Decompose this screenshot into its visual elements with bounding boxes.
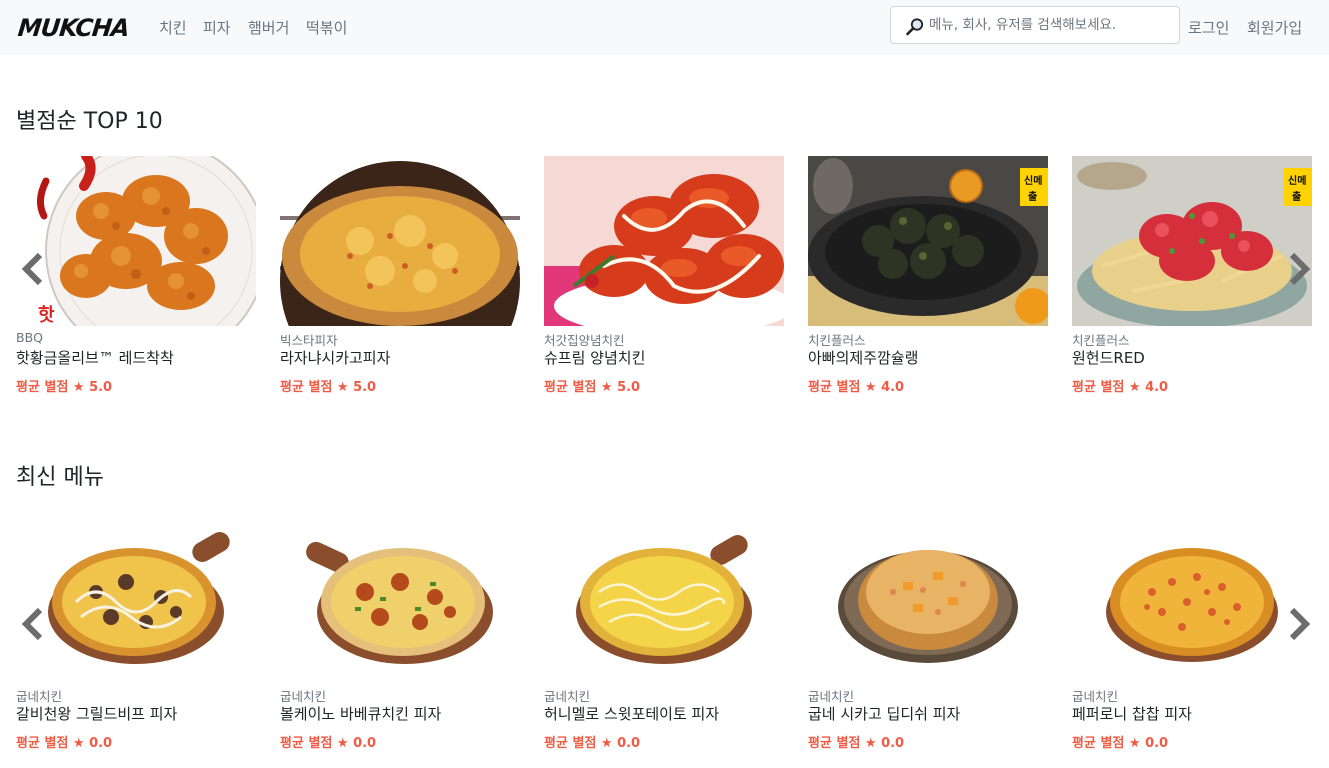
menu-rating: 평균 별점 ★ 5.0 — [280, 380, 377, 395]
menu-name[interactable]: 굽네 시카고 딥디쉬 피자 — [808, 703, 960, 724]
carousel-next-button[interactable] — [1284, 249, 1314, 289]
menu-image-volcano-pizza[interactable] — [280, 512, 520, 682]
nav-link-pizza[interactable]: 피자 — [203, 17, 231, 38]
menu-name[interactable]: 원헌드RED — [1072, 347, 1145, 368]
svg-text:신메: 신메 — [1288, 174, 1306, 187]
menu-brand: BBQ — [16, 330, 43, 345]
nav-link-burger[interactable]: 햄버거 — [248, 17, 289, 38]
menu-rating: 평균 별점 ★ 4.0 — [1072, 380, 1169, 395]
menu-image-black-chicken[interactable]: 신메 출 — [808, 156, 1048, 326]
menu-rating: 평균 별점 ★ 0.0 — [1072, 736, 1169, 751]
menu-rating: 평균 별점 ★ 0.0 — [280, 736, 377, 751]
menu-image-red-chicken[interactable]: 신메 출 — [1072, 156, 1312, 326]
menu-image-pepperoni-pizza[interactable] — [1072, 512, 1312, 682]
menu-rating: 평균 별점 ★ 4.0 — [808, 380, 905, 395]
menu-rating: 평균 별점 ★ 5.0 — [544, 380, 641, 395]
search-box[interactable] — [890, 6, 1180, 44]
menu-name[interactable]: 라자냐시카고피자 — [280, 347, 390, 368]
carousel-prev-button[interactable] — [18, 249, 48, 289]
brand-logo[interactable]: MUKCHA — [17, 14, 131, 42]
chevron-right-icon — [1289, 607, 1311, 641]
menu-rating: 평균 별점 ★ 5.0 — [16, 380, 113, 395]
carousel-prev-button[interactable] — [18, 604, 48, 644]
menu-image-deep-dish-pizza[interactable] — [808, 512, 1048, 682]
nav-link-chicken[interactable]: 치킨 — [159, 17, 187, 38]
menu-rating: 평균 별점 ★ 0.0 — [544, 736, 641, 751]
signup-link[interactable]: 회원가입 — [1247, 17, 1302, 38]
search-icon — [906, 18, 924, 36]
menu-image-fried-chicken[interactable]: 핫 — [16, 156, 256, 326]
menu-name[interactable]: 아빠의제주깜슐랭 — [808, 347, 918, 368]
chevron-left-icon — [21, 607, 43, 641]
section-title-latest: 최신 메뉴 — [16, 465, 104, 490]
menu-name[interactable]: 볼케이노 바베큐치킨 피자 — [280, 703, 441, 724]
menu-name[interactable]: 갈비천왕 그릴드비프 피자 — [16, 703, 177, 724]
svg-text:신메: 신메 — [1024, 174, 1042, 187]
login-link[interactable]: 로그인 — [1188, 17, 1229, 38]
menu-image-yangnyeom-chicken[interactable] — [544, 156, 784, 326]
menu-rating: 평균 별점 ★ 0.0 — [808, 736, 905, 751]
menu-image-galbi-pizza[interactable] — [16, 512, 256, 682]
section-title-top10: 별점순 TOP 10 — [16, 109, 163, 134]
svg-text:출: 출 — [1028, 190, 1037, 203]
navbar: MUKCHA 치킨 피자 햄버거 떡볶이 로그인 회원가입 — [0, 0, 1329, 55]
chevron-right-icon — [1289, 252, 1311, 286]
svg-text:출: 출 — [1292, 190, 1301, 203]
carousel-next-button[interactable] — [1284, 604, 1314, 644]
menu-name[interactable]: 슈프림 양념치킨 — [544, 347, 645, 368]
menu-name[interactable]: 핫황금올리브™ 레드착착 — [16, 347, 174, 368]
chevron-left-icon — [21, 252, 43, 286]
menu-image-honey-potato-pizza[interactable] — [544, 512, 784, 682]
menu-image-chicago-pizza[interactable] — [280, 156, 520, 326]
menu-name[interactable]: 페퍼로니 찹찹 피자 — [1072, 703, 1192, 724]
svg-text:핫: 핫 — [38, 305, 55, 326]
search-input[interactable] — [929, 15, 1174, 35]
menu-rating: 평균 별점 ★ 0.0 — [16, 736, 113, 751]
nav-link-tteokbokki[interactable]: 떡볶이 — [306, 17, 347, 38]
menu-name[interactable]: 허니멜로 스윗포테이토 피자 — [544, 703, 719, 724]
